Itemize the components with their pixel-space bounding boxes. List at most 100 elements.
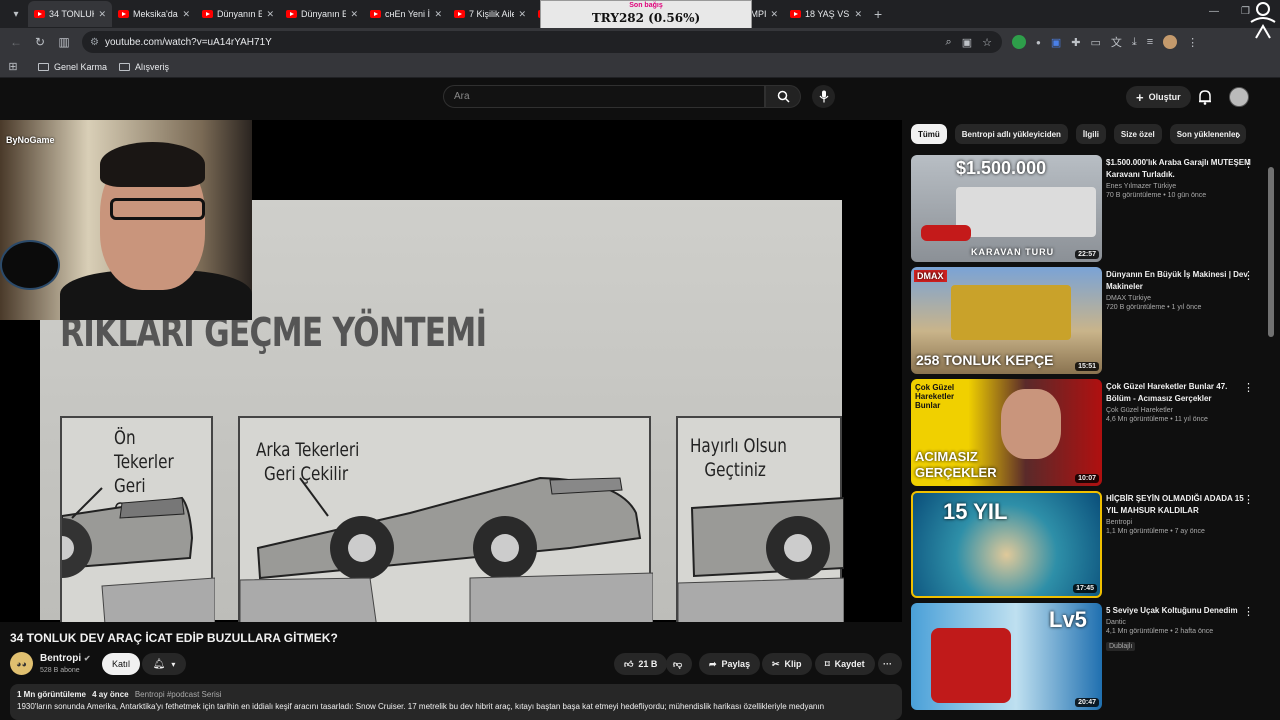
video-thumbnail[interactable]: 15 YIL 17:45 bbox=[911, 491, 1102, 598]
description-tags[interactable]: Bentropi #podcast Serisi bbox=[135, 690, 222, 699]
browser-tab[interactable]: 18 YAŞ VS 6 ✕ bbox=[784, 1, 868, 27]
recommended-video[interactable]: 15 YIL 17:45 HİÇBİR ŞEYİN OLMADIĞI ADADA 1… bbox=[911, 491, 1266, 599]
profile-avatar[interactable] bbox=[1163, 35, 1178, 49]
video-thumbnail[interactable]: DMAX 258 TONLUK KEPÇE 15:51 bbox=[911, 267, 1102, 374]
video-thumbnail[interactable]: $1.500.000 KARAVAN TURU 22:57 bbox=[911, 155, 1102, 262]
bookmark-folder-alisveris[interactable]: Alışveriş bbox=[119, 62, 169, 72]
video-thumbnail[interactable]: Lv5 20:47 bbox=[911, 603, 1102, 710]
channel-name[interactable]: Bentropi bbox=[1106, 519, 1251, 526]
browser-tab[interactable]: 34 TONLUK ✕ bbox=[28, 1, 112, 27]
channel-name[interactable]: DMAX Türkiye bbox=[1106, 295, 1251, 302]
puzzle-icon[interactable]: ✚ bbox=[1071, 36, 1080, 49]
like-button[interactable]: 👍︎ 21 B bbox=[614, 653, 668, 675]
filter-chip[interactable]: İlgili bbox=[1075, 124, 1106, 144]
more-options-icon[interactable]: ⋮ bbox=[1243, 381, 1254, 394]
url-field[interactable]: ⚙ youtube.com/watch?v=uA14rYAH71Y ⌕ ▣ ☆ bbox=[82, 31, 1002, 53]
notifications-bell-icon[interactable] bbox=[1196, 88, 1214, 106]
new-tab-button[interactable]: + bbox=[874, 6, 882, 22]
video-title[interactable]: $1.500.000'lık Araba Garajlı MUTEŞEM Kar… bbox=[1106, 157, 1251, 181]
clip-button[interactable]: ✂ Klip bbox=[762, 653, 812, 675]
menu-icon[interactable]: ⋮ bbox=[1187, 36, 1198, 49]
filter-chip[interactable]: Son yüklenenler bbox=[1169, 124, 1246, 144]
search-button[interactable] bbox=[765, 85, 801, 108]
cast-icon[interactable]: ▣ bbox=[962, 36, 972, 49]
thumb-bottom-text: 258 TONLUK KEPÇE bbox=[916, 352, 1054, 368]
close-tab-icon[interactable]: ✕ bbox=[770, 9, 778, 20]
scrollbar[interactable] bbox=[1268, 167, 1274, 337]
youtube-favicon-icon bbox=[790, 10, 801, 18]
thumb-top-text: $1.500.000 bbox=[956, 158, 1047, 178]
side-panel-icon[interactable]: ▥ bbox=[52, 35, 76, 49]
recommended-video[interactable]: Çok Güzel Hareketler Bunlar ACIMASIZ GERÇ… bbox=[911, 379, 1266, 487]
bookmark-star-icon[interactable]: ☆ bbox=[982, 36, 992, 49]
zoom-icon[interactable]: ⌕ bbox=[946, 36, 952, 49]
more-options-icon[interactable]: ⋮ bbox=[1243, 493, 1254, 506]
window-controls: — ❐ bbox=[1209, 6, 1250, 17]
more-options-icon[interactable]: ⋮ bbox=[1243, 157, 1254, 170]
description-box[interactable]: 1 Mn görüntüleme 4 ay önce Bentropi #pod… bbox=[10, 684, 902, 720]
close-tab-icon[interactable]: ✕ bbox=[266, 9, 274, 20]
video-duration: 22:57 bbox=[1075, 250, 1099, 259]
subscription-bell-button[interactable]: 🔔︎ ▾ bbox=[142, 653, 186, 675]
video-title[interactable]: Dünyanın En Büyük İş Makinesi | Dev Maki… bbox=[1106, 269, 1251, 293]
channel-name[interactable]: Bentropi ✔ bbox=[40, 653, 91, 664]
reading-list-icon[interactable]: ▭ bbox=[1090, 36, 1100, 49]
more-actions-button[interactable]: ··· bbox=[878, 653, 902, 675]
save-button[interactable]: ⌑ Kaydet bbox=[815, 653, 875, 675]
apps-grid-icon[interactable]: ⊞ bbox=[0, 60, 26, 73]
youtube-favicon-icon bbox=[202, 10, 213, 18]
browser-tab[interactable]: 7 Kişilik Aile ✕ bbox=[448, 1, 532, 27]
minimize-icon[interactable]: — bbox=[1209, 6, 1219, 17]
description-text: 1930'ların sonunda Amerika, Antarktika'y… bbox=[17, 702, 825, 711]
channel-avatar[interactable]: ◕◕ bbox=[10, 652, 33, 675]
filter-chip[interactable]: Size özel bbox=[1113, 124, 1162, 144]
filter-chip[interactable]: Tümü bbox=[911, 124, 947, 144]
more-options-icon[interactable]: ⋮ bbox=[1243, 605, 1254, 618]
dislike-button[interactable]: 👎︎ bbox=[666, 653, 692, 675]
more-options-icon[interactable]: ⋮ bbox=[1243, 269, 1254, 282]
browser-tab[interactable]: cнEn Yeni İs ✕ bbox=[364, 1, 448, 27]
recommended-video[interactable]: $1.500.000 KARAVAN TURU 22:57 $1.500.000'lı… bbox=[911, 155, 1266, 263]
reload-icon[interactable]: ↻ bbox=[28, 35, 52, 49]
chevron-right-icon[interactable]: › bbox=[1236, 126, 1241, 142]
filter-chip[interactable]: Bentropi adlı yükleyiciden bbox=[954, 124, 1068, 144]
extension-dot-icon[interactable]: ● bbox=[1036, 38, 1041, 47]
youtube-favicon-icon bbox=[286, 10, 297, 18]
video-stats: 4,1 Mn görüntüleme • 2 hafta önce bbox=[1106, 628, 1214, 635]
close-tab-icon[interactable]: ✕ bbox=[98, 9, 106, 20]
channel-name[interactable]: Dantic bbox=[1106, 619, 1251, 626]
download-icon[interactable]: ⤓ bbox=[1132, 36, 1137, 49]
translate-page-icon[interactable]: 文 bbox=[1111, 34, 1122, 50]
create-button[interactable]: + Oluştur bbox=[1126, 86, 1191, 108]
search-input[interactable]: Ara bbox=[443, 85, 765, 108]
tab-search-icon[interactable]: ▾ bbox=[4, 2, 28, 26]
channel-name[interactable]: Çok Güzel Hareketler bbox=[1106, 407, 1251, 414]
account-avatar[interactable] bbox=[1229, 87, 1249, 107]
site-info-icon[interactable]: ⚙ bbox=[90, 37, 99, 48]
recommended-video[interactable]: DMAX 258 TONLUK KEPÇE 15:51 Dünyanın En Büy… bbox=[911, 267, 1266, 375]
tab-groups-icon[interactable]: ≡ bbox=[1147, 36, 1153, 48]
video-thumbnail[interactable]: Çok Güzel Hareketler Bunlar ACIMASIZ GERÇ… bbox=[911, 379, 1102, 486]
back-icon[interactable]: ← bbox=[4, 35, 28, 49]
translate-icon[interactable]: ▣ bbox=[1051, 36, 1061, 49]
browser-tab[interactable]: Meksika'da ✕ bbox=[112, 1, 196, 27]
browser-tab[interactable]: Dünyanın En✕ bbox=[280, 1, 364, 27]
close-tab-icon[interactable]: ✕ bbox=[434, 9, 442, 20]
extension-icon[interactable] bbox=[1012, 35, 1026, 49]
browser-tab[interactable]: Dünyanın En✕ bbox=[196, 1, 280, 27]
voice-search-button[interactable] bbox=[812, 85, 835, 108]
video-title[interactable]: HİÇBİR ŞEYİN OLMADIĞI ADADA 15 YIL MAHSU… bbox=[1106, 493, 1251, 517]
close-tab-icon[interactable]: ✕ bbox=[182, 9, 190, 20]
video-title[interactable]: 5 Seviye Uçak Koltuğunu Denedim bbox=[1106, 605, 1251, 617]
video-player[interactable]: RIKLARI GEÇME YÖNTEMİ Ön Tekerler Geri Ç… bbox=[0, 120, 902, 622]
channel-name[interactable]: Enes Yılmazer Türkiye bbox=[1106, 183, 1251, 190]
bookmark-folder-genel-karma[interactable]: Genel Karma bbox=[38, 62, 107, 72]
donation-label: Son bağış bbox=[629, 2, 663, 9]
close-tab-icon[interactable]: ✕ bbox=[350, 9, 358, 20]
video-title[interactable]: Çok Güzel Hareketler Bunlar 47. Bölüm - … bbox=[1106, 381, 1251, 405]
close-tab-icon[interactable]: ✕ bbox=[854, 9, 862, 20]
close-tab-icon[interactable]: ✕ bbox=[518, 9, 526, 20]
join-button[interactable]: Katıl bbox=[102, 653, 141, 675]
recommended-video[interactable]: Lv5 20:47 5 Seviye Uçak Koltuğunu Denedim D… bbox=[911, 603, 1266, 711]
share-button[interactable]: ➦ Paylaş bbox=[699, 653, 761, 675]
